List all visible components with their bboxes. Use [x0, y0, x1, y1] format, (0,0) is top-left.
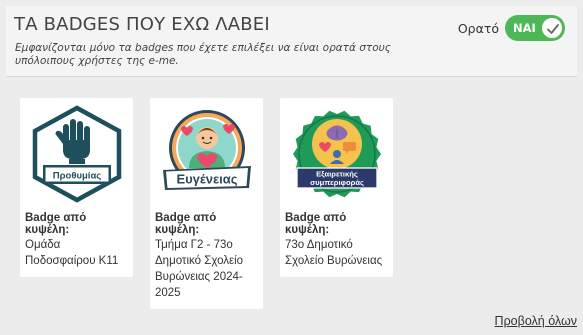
visibility-toggle[interactable]: ΝΑΙ	[505, 15, 565, 41]
badge-image-text: Ευγένειας	[176, 172, 237, 187]
badge-label: Badge από κυψέλη:	[155, 212, 217, 236]
badge-card[interactable]: Προθυμίας Badge από κυψέλη: Ομάδα Ποδοσφ…	[20, 98, 133, 277]
badge-card[interactable]: Ευγένειας Badge από κυψέλη: Τμήμα Γ2 - 7…	[150, 98, 263, 309]
badge-label: Badge από κυψέλη:	[285, 212, 347, 236]
view-all-link[interactable]: Προβολή όλων	[495, 314, 577, 328]
toggle-knob	[541, 17, 563, 39]
header-description: Εμφανίζονται μόνο τα badges που έχετε επ…	[15, 42, 391, 67]
excellent-behavior-seal-badge-icon: Εξαιρετικής συμπεριφοράς	[292, 110, 381, 198]
badges-header: ΤΑ BADGES ΠΟΥ ΕΧΩ ΛΑΒΕΙ Εμφανίζονται μόν…	[6, 6, 577, 77]
visibility-control: Ορατό ΝΑΙ	[458, 15, 565, 41]
badge-image-text-line2: συμπεριφοράς	[310, 178, 364, 187]
badge-source: Τμήμα Γ2 - 73ο Δημοτικό Σχολείο Βυρώνεια…	[155, 239, 244, 299]
badge-source: 73ο Δημοτικό Σχολείο Βυρώνειας	[285, 239, 383, 267]
raised-hand-hexagon-badge-icon: Προθυμίας	[32, 105, 121, 203]
badges-list: Προθυμίας Badge από κυψέλη: Ομάδα Ποδοσφ…	[20, 98, 393, 309]
toggle-text: ΝΑΙ	[513, 21, 536, 35]
badge-label: Badge από κυψέλη:	[25, 212, 87, 236]
badge-image-text: Προθυμίας	[52, 171, 100, 182]
kindness-heart-badge-icon: Ευγένειας	[162, 110, 251, 190]
badge-card[interactable]: Εξαιρετικής συμπεριφοράς Badge από κυψέλ…	[280, 98, 393, 277]
badge-source: Ομάδα Ποδοσφαίρου Κ11	[25, 239, 119, 267]
visibility-label: Ορατό	[457, 20, 499, 36]
check-icon	[547, 24, 559, 34]
page-title: ΤΑ BADGES ΠΟΥ ΕΧΩ ΛΑΒΕΙ	[14, 14, 270, 35]
